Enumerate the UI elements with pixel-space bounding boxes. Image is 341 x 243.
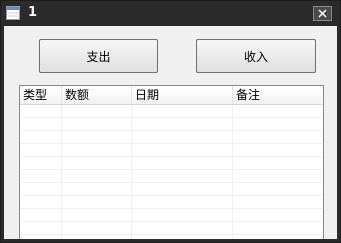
grid-line xyxy=(20,117,323,118)
grid-line xyxy=(20,208,323,209)
grid-line xyxy=(20,195,323,196)
grid-line xyxy=(232,105,233,239)
grid-line xyxy=(20,156,323,157)
grid-line xyxy=(20,143,323,144)
column-header-note[interactable]: 备注 xyxy=(233,86,323,104)
grid-line xyxy=(20,169,323,170)
column-header-amount[interactable]: 数额 xyxy=(62,86,132,104)
title-bar[interactable]: 1 xyxy=(1,1,340,25)
expense-button[interactable]: 支出 xyxy=(39,39,158,73)
client-area: 支出 收入 类型 数额 日期 备注 xyxy=(4,26,337,239)
window-title: 1 xyxy=(28,5,38,20)
records-list[interactable]: 类型 数额 日期 备注 xyxy=(19,85,324,239)
column-header-type[interactable]: 类型 xyxy=(20,86,62,104)
close-button[interactable] xyxy=(313,6,332,21)
close-icon xyxy=(318,9,327,18)
grid-line xyxy=(20,221,323,222)
column-header-date[interactable]: 日期 xyxy=(132,86,233,104)
income-button[interactable]: 收入 xyxy=(196,39,316,73)
list-header: 类型 数额 日期 备注 xyxy=(20,86,323,105)
grid-line xyxy=(20,130,323,131)
app-window: 1 支出 收入 类型 数额 日期 备注 xyxy=(0,0,341,243)
grid-line xyxy=(20,234,323,235)
grid-line xyxy=(61,105,62,239)
list-body[interactable] xyxy=(20,105,323,239)
grid-line xyxy=(131,105,132,239)
grid-line xyxy=(20,182,323,183)
window-icon xyxy=(6,6,20,20)
